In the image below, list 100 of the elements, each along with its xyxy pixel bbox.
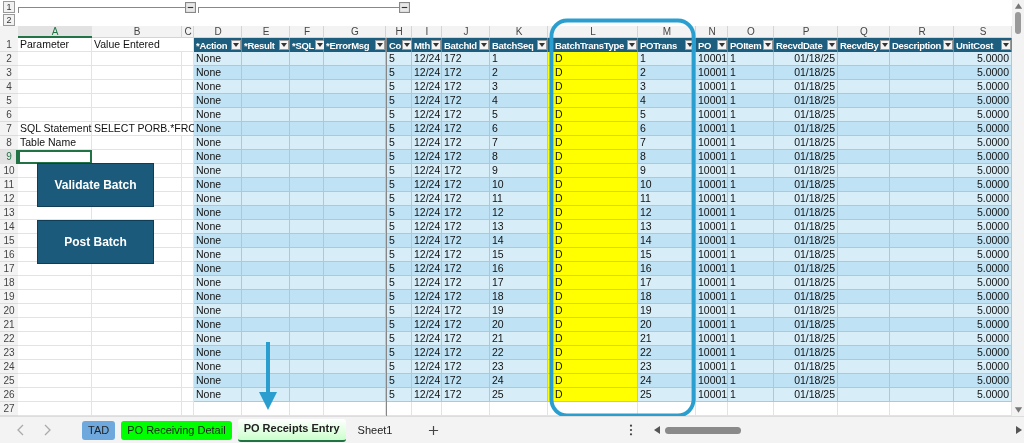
sheet-tab[interactable]: TAD <box>82 420 116 440</box>
column-header[interactable]: E <box>242 26 290 38</box>
table-cell: 2 <box>490 66 548 80</box>
scroll-down-icon[interactable] <box>1013 406 1023 414</box>
filter-dropdown-button[interactable] <box>763 40 773 50</box>
filter-dropdown-button[interactable] <box>279 40 289 50</box>
macro-button[interactable]: Validate Batch <box>37 163 154 207</box>
filter-dropdown-button[interactable] <box>431 40 441 50</box>
column-header[interactable]: G <box>324 26 386 38</box>
column-header[interactable]: R <box>890 26 954 38</box>
filter-dropdown-button[interactable] <box>943 40 953 50</box>
row-number[interactable]: 7 <box>0 122 18 136</box>
filter-dropdown-button[interactable] <box>479 40 489 50</box>
row-number[interactable]: 16 <box>0 248 18 262</box>
scroll-left-icon[interactable] <box>653 425 662 435</box>
row-number[interactable]: 11 <box>0 178 18 192</box>
filter-dropdown-button[interactable] <box>1001 40 1011 50</box>
row-number[interactable]: 10 <box>0 164 18 178</box>
column-header[interactable]: J <box>442 26 490 38</box>
collapse-button[interactable] <box>399 2 410 13</box>
row-number[interactable]: 23 <box>0 346 18 360</box>
filter-dropdown-button[interactable] <box>375 40 385 50</box>
grid-cell <box>954 402 1012 416</box>
row-number[interactable]: 24 <box>0 360 18 374</box>
collapse-button[interactable] <box>185 2 196 13</box>
row-number[interactable]: 4 <box>0 80 18 94</box>
column-header[interactable]: S <box>954 26 1012 38</box>
column-header[interactable]: F <box>290 26 324 38</box>
column-header[interactable]: H <box>386 26 412 38</box>
header-label: Description <box>892 38 941 52</box>
row-number[interactable]: 15 <box>0 234 18 248</box>
filter-dropdown-button[interactable] <box>685 40 695 50</box>
row-number[interactable]: 13 <box>0 206 18 220</box>
column-header[interactable]: P <box>774 26 838 38</box>
grid-cell <box>182 136 194 150</box>
column-header[interactable]: M <box>638 26 696 38</box>
selected-cell[interactable] <box>18 150 92 164</box>
table-cell: 172 <box>442 332 490 346</box>
table-cell: 12/24 <box>412 178 442 192</box>
column-header[interactable]: C <box>182 26 194 38</box>
table-cell: 01/18/25 <box>774 276 838 290</box>
table-cell: 172 <box>442 388 490 402</box>
add-sheet-icon[interactable] <box>428 424 440 436</box>
row-number[interactable]: 5 <box>0 94 18 108</box>
table-cell: 01/18/25 <box>774 122 838 136</box>
table-cell: D <box>548 248 638 262</box>
row-number[interactable]: 25 <box>0 374 18 388</box>
row-number[interactable]: 26 <box>0 388 18 402</box>
row-number[interactable]: 3 <box>0 66 18 80</box>
row-number[interactable]: 21 <box>0 318 18 332</box>
filter-dropdown-button[interactable] <box>879 40 890 50</box>
table-cell: 5 <box>386 164 412 178</box>
table-cell <box>890 262 954 276</box>
outline-level-button[interactable]: 1 <box>3 1 15 13</box>
table-cell <box>324 248 386 262</box>
row-number[interactable]: 14 <box>0 220 18 234</box>
row-number[interactable]: 27 <box>0 402 18 416</box>
sheet-tab[interactable]: Sheet1 <box>351 420 399 440</box>
row-number[interactable]: 8 <box>0 136 18 150</box>
scroll-thumb[interactable] <box>665 426 742 434</box>
row-number[interactable]: 18 <box>0 276 18 290</box>
table-cell <box>324 150 386 164</box>
row-number[interactable]: 2 <box>0 52 18 66</box>
table-cell: 5 <box>386 262 412 276</box>
filter-dropdown-button[interactable] <box>627 40 637 50</box>
row-number[interactable]: 22 <box>0 332 18 346</box>
table-cell: 1 <box>728 360 774 374</box>
row-number[interactable]: 19 <box>0 290 18 304</box>
column-header[interactable]: I <box>412 26 442 38</box>
column-header[interactable]: O <box>728 26 774 38</box>
scroll-thumb[interactable] <box>1015 12 1021 34</box>
filter-dropdown-button[interactable] <box>827 40 837 50</box>
table-cell: 10001 <box>696 248 728 262</box>
sheet-tab[interactable]: PO Receiving Detail <box>121 420 232 440</box>
row-number[interactable]: 20 <box>0 304 18 318</box>
table-cell: 01/18/25 <box>774 80 838 94</box>
table-cell: 5 <box>386 290 412 304</box>
column-header[interactable]: L <box>548 26 638 38</box>
column-header[interactable]: Q <box>838 26 890 38</box>
row-number[interactable]: 17 <box>0 262 18 276</box>
column-header[interactable]: N <box>696 26 728 38</box>
sheet-tab[interactable]: PO Receipts Entry <box>237 418 346 442</box>
vertical-scrollbar[interactable] <box>1012 0 1024 416</box>
row-number[interactable]: 6 <box>0 108 18 122</box>
column-header[interactable]: K <box>490 26 548 38</box>
row-number[interactable]: 9 <box>0 150 18 164</box>
filter-dropdown-button[interactable] <box>231 40 241 50</box>
more-options-icon[interactable] <box>629 424 634 436</box>
column-header[interactable]: D <box>194 26 242 38</box>
row-number[interactable]: 1 <box>0 38 18 52</box>
outline-level-button[interactable]: 2 <box>3 14 15 26</box>
column-header[interactable]: B <box>92 26 182 38</box>
macro-button[interactable]: Post Batch <box>37 220 154 264</box>
horizontal-scrollbar[interactable] <box>653 424 1024 436</box>
filter-dropdown-button[interactable] <box>537 40 547 50</box>
scroll-up-icon[interactable] <box>1013 2 1023 10</box>
scroll-right-icon[interactable] <box>1015 425 1024 435</box>
row-number[interactable]: 12 <box>0 192 18 206</box>
filter-dropdown-button[interactable] <box>717 40 727 50</box>
column-header[interactable]: A <box>18 26 92 38</box>
